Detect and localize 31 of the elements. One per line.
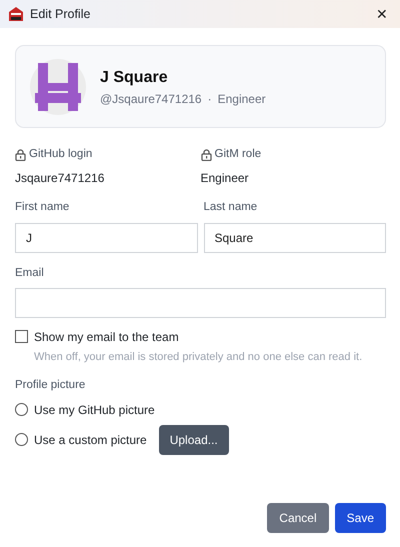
email-field[interactable]: [15, 288, 386, 318]
field-value: Engineer: [200, 170, 250, 188]
profile-role: Engineer: [218, 90, 266, 108]
radio-label: Use my GitHub picture: [34, 402, 155, 418]
app-logo-icon: [8, 6, 24, 22]
radio-button[interactable]: [15, 403, 28, 416]
profile-name: J Square: [100, 68, 169, 88]
avatar: [30, 58, 86, 114]
profile-handle: @Jsqaure7471216: [100, 90, 202, 108]
field-label: First name: [15, 200, 70, 216]
text-field[interactable]: J: [15, 222, 198, 252]
text-field[interactable]: Square: [204, 222, 386, 252]
field-label: Email: [15, 266, 45, 280]
cancel-button[interactable]: Cancel: [267, 503, 329, 533]
field-label: GitHub login: [29, 147, 92, 162]
radio-label: Use a custom picture: [34, 432, 147, 448]
window-title: Edit Profile: [30, 6, 90, 23]
lock-icon: [15, 148, 26, 161]
checkbox-label: Show my email to the team: [34, 328, 179, 346]
checkbox[interactable]: [15, 330, 28, 344]
radio-button[interactable]: [15, 433, 28, 446]
close-button[interactable]: ✕: [372, 4, 392, 24]
upload-button[interactable]: Upload...: [158, 424, 229, 454]
section-label: Profile picture: [15, 378, 86, 394]
field-label: GitM role: [214, 147, 262, 162]
field-value: Jsqaure7471216: [15, 170, 106, 188]
field-label: Last name: [204, 200, 258, 216]
save-button[interactable]: Save: [334, 503, 386, 533]
separator-dot: ·: [208, 90, 212, 108]
hint-text: When off, your email is stored privately and no one else can read it.: [33, 350, 364, 365]
lock-icon: [200, 148, 212, 161]
